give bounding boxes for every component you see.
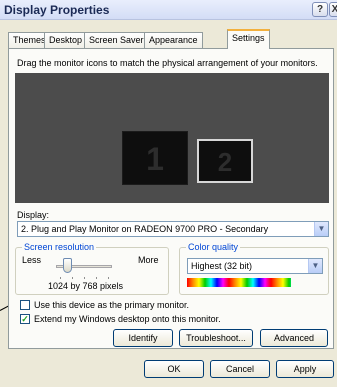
slider-tick xyxy=(72,277,73,279)
slider-tick xyxy=(84,277,85,279)
color-quality-title: Color quality xyxy=(186,242,241,252)
ok-button[interactable]: OK xyxy=(144,360,204,378)
color-quality-value: Highest (32 bit) xyxy=(191,261,253,271)
title-bar[interactable]: Display Properties ? X xyxy=(0,0,337,20)
resolution-value: 1024 by 768 pixels xyxy=(48,281,124,291)
slider-tick xyxy=(60,277,61,279)
color-quality-group: Color quality Highest (32 bit) ▼ xyxy=(179,242,329,295)
dialog-body: Themes Desktop Screen Saver Appearance S… xyxy=(0,20,337,387)
slider-tick xyxy=(108,277,109,279)
display-label: Display: xyxy=(17,210,50,220)
extend-desktop-label: Extend my Windows desktop onto this moni… xyxy=(34,314,221,324)
screen-resolution-group: Screen resolution Less More 1024 by 768 … xyxy=(15,242,169,295)
tab-screen-saver[interactable]: Screen Saver xyxy=(84,32,149,48)
primary-monitor-label: Use this device as the primary monitor. xyxy=(34,300,190,310)
apply-button[interactable]: Apply xyxy=(276,360,334,378)
cancel-button[interactable]: Cancel xyxy=(210,360,270,378)
resolution-slider-thumb[interactable] xyxy=(63,258,73,273)
slider-tick xyxy=(96,277,97,279)
color-preview-bar xyxy=(187,278,291,287)
monitor-arrangement-area: 1 2 xyxy=(15,73,329,203)
primary-monitor-checkbox[interactable] xyxy=(20,300,30,310)
instruction-text: Drag the monitor icons to match the phys… xyxy=(17,58,318,68)
advanced-button[interactable]: Advanced xyxy=(260,329,328,347)
color-quality-select[interactable]: Highest (32 bit) ▼ xyxy=(187,258,323,274)
help-icon[interactable]: ? xyxy=(312,2,328,17)
identify-button[interactable]: Identify xyxy=(113,329,173,347)
tab-settings[interactable]: Settings xyxy=(227,29,270,49)
settings-panel: Drag the monitor icons to match the phys… xyxy=(8,48,334,349)
display-select-value: 2. Plug and Play Monitor on RADEON 9700 … xyxy=(21,224,269,234)
tab-desktop[interactable]: Desktop xyxy=(44,32,88,48)
resolution-less-label: Less xyxy=(22,255,42,265)
screen-resolution-title: Screen resolution xyxy=(22,242,97,252)
troubleshoot-button[interactable]: Troubleshoot... xyxy=(179,329,253,347)
resolution-more-label: More xyxy=(138,255,159,265)
extend-desktop-checkbox[interactable]: ✓ xyxy=(20,314,30,324)
monitor-1-icon[interactable]: 1 xyxy=(122,131,188,185)
display-select[interactable]: 2. Plug and Play Monitor on RADEON 9700 … xyxy=(17,221,329,237)
tab-appearance[interactable]: Appearance xyxy=(144,32,203,48)
chevron-down-icon[interactable]: ▼ xyxy=(314,222,328,236)
chevron-down-icon[interactable]: ▼ xyxy=(308,259,322,273)
window-title: Display Properties xyxy=(4,3,110,17)
monitor-2-icon[interactable]: 2 xyxy=(197,139,253,183)
close-icon[interactable]: X xyxy=(329,2,337,17)
